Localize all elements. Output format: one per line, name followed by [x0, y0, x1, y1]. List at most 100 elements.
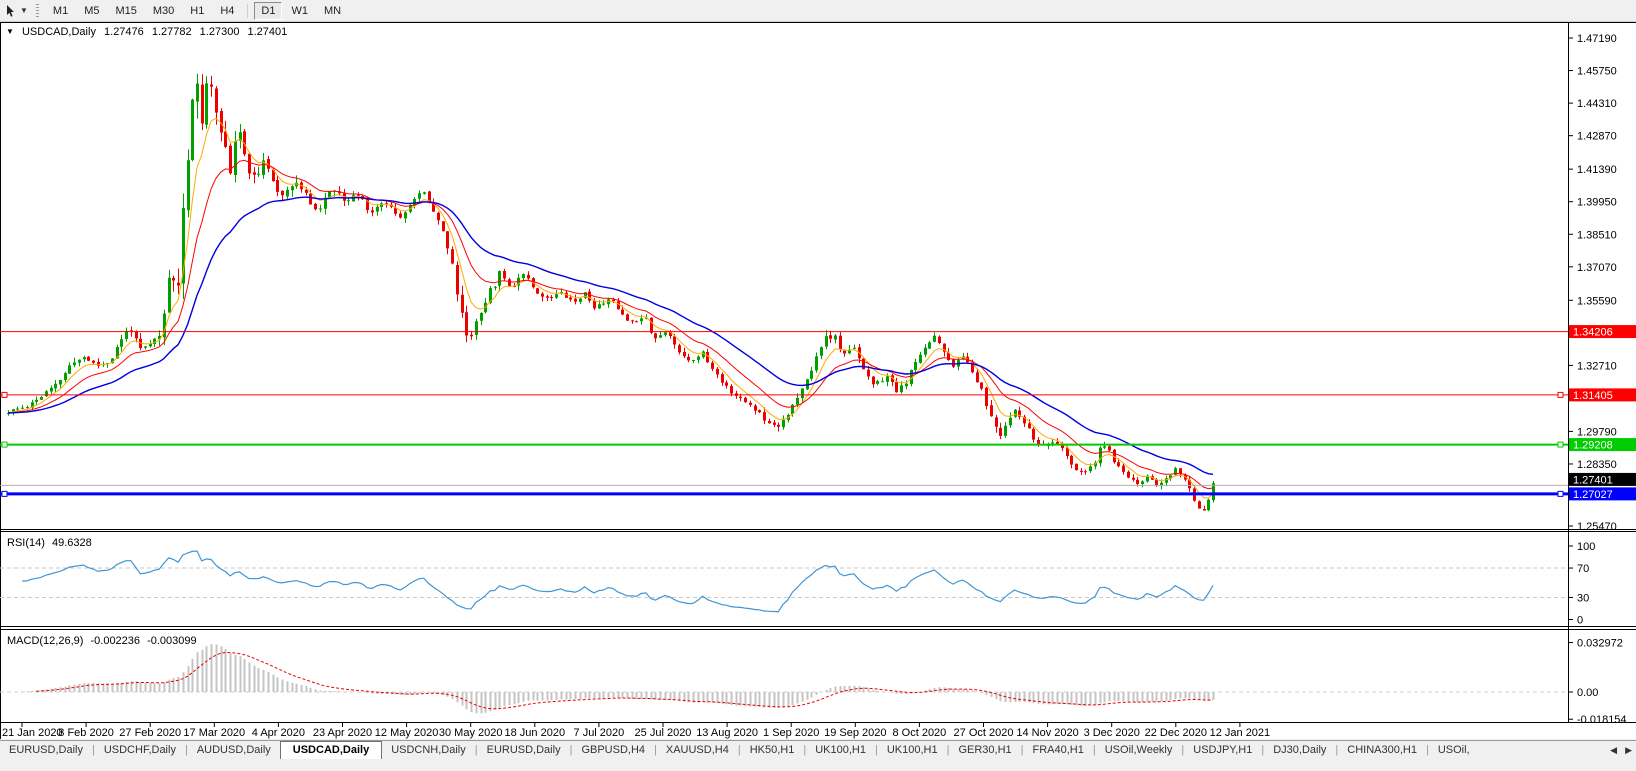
tab-eurusd-daily[interactable]: EURUSD,Daily: [0, 742, 92, 759]
hline-price-label: 1.34206: [1573, 327, 1613, 339]
date-label: 8 Feb 2020: [58, 727, 114, 739]
chart-open: 1.27476: [104, 26, 144, 38]
date-label: 12 Jan 2021: [1210, 727, 1271, 739]
chart-close: 1.27401: [247, 26, 288, 38]
chart-symbol: USDCAD,Daily: [21, 26, 96, 38]
tab-usoil-weekly[interactable]: USOil,Weekly: [1096, 742, 1182, 759]
hline-price-label: 1.31405: [1573, 390, 1613, 402]
price-tick-label: 1.35590: [1577, 295, 1617, 307]
hline-price-label: 1.27027: [1573, 489, 1613, 501]
timeframe-button-m15[interactable]: M15: [108, 2, 143, 20]
chart-title-caret-icon[interactable]: ▼: [6, 27, 14, 36]
rsi-value: 49.6328: [51, 537, 92, 549]
price-tick-label: 1.29790: [1577, 426, 1617, 438]
toolbar-grip: [35, 3, 39, 18]
rsi-tick-label: 70: [1577, 563, 1589, 575]
date-label: 17 Mar 2020: [183, 727, 245, 739]
chevron-down-icon: ▼: [20, 6, 28, 15]
macd-tick-label: 0.00: [1577, 687, 1598, 699]
tab-xauusd-h4[interactable]: XAUUSD,H4: [657, 742, 738, 759]
date-label: 3 Dec 2020: [1084, 727, 1140, 739]
chart-tab-bar: EURUSD,Daily | USDCHF,Daily | AUDUSD,Daily US…: [0, 740, 1636, 771]
date-label: 27 Feb 2020: [119, 727, 181, 739]
timeframe-button-m5[interactable]: M5: [77, 2, 106, 20]
crosshair-cursor-icon: [7, 4, 14, 17]
date-label: 4 Apr 2020: [252, 727, 305, 739]
macd-tick-label: 0.032972: [1577, 638, 1623, 650]
tab-eurusd-daily[interactable]: EURUSD,Daily: [478, 742, 570, 759]
macd-value-main: -0.002236: [90, 635, 141, 647]
tab-usdjpy-h1[interactable]: USDJPY,H1: [1184, 742, 1261, 759]
cursor-tool-button[interactable]: ▼: [4, 4, 28, 18]
price-tick-label: 1.41390: [1577, 164, 1617, 176]
price-tick-label: 1.44310: [1577, 98, 1617, 110]
date-label: 19 Sep 2020: [824, 727, 886, 739]
date-label: 13 Aug 2020: [696, 727, 758, 739]
tab-hk50-h1[interactable]: HK50,H1: [741, 742, 804, 759]
price-tick-label: 1.32710: [1577, 360, 1617, 372]
date-label: 27 Oct 2020: [954, 727, 1014, 739]
timeframe-button-mn[interactable]: MN: [317, 2, 348, 20]
macd-name: MACD(12,26,9): [7, 635, 84, 647]
tab-uk100-h1[interactable]: UK100,H1: [806, 742, 875, 759]
price-tick-label: 1.28350: [1577, 459, 1617, 471]
price-tick-label: 1.47190: [1577, 33, 1617, 45]
macd-label: MACD(12,26,9) -0.002236 -0.003099: [7, 635, 201, 647]
rsi-tick-label: 100: [1577, 541, 1595, 553]
tab-usdcad-daily[interactable]: USDCAD,Daily: [279, 741, 383, 759]
chart-title: ▼ USDCAD,Daily 1.27476 1.27782 1.27300 1…: [6, 26, 292, 38]
chart-low: 1.27300: [199, 26, 240, 38]
bid-price-label: 1.27401: [1573, 474, 1613, 486]
tab-scroll-left-icon[interactable]: ◀: [1610, 744, 1617, 756]
timeframe-button-h1[interactable]: H1: [183, 2, 211, 20]
price-tick-label: 1.37070: [1577, 262, 1617, 274]
price-chart-canvas[interactable]: 1.47190 1.45750 1.44310 1.42870 1.41390 1.399…: [0, 0, 1636, 770]
price-tick-label: 1.42870: [1577, 131, 1617, 143]
date-label: 12 May 2020: [375, 727, 439, 739]
chart-high: 1.27782: [151, 26, 192, 38]
tab-gbpusd-h4[interactable]: GBPUSD,H4: [572, 742, 654, 759]
hline-handle[interactable]: [1557, 441, 1564, 448]
timeframe-button-m30[interactable]: M30: [146, 2, 181, 20]
hline-handle[interactable]: [1, 441, 8, 448]
timeframe-button-d1[interactable]: D1: [254, 1, 283, 20]
timeframe-toolbar: ▼ M1 M5 M15 M30 H1 H4 D1 W1 MN: [0, 0, 1636, 22]
date-label: 14 Nov 2020: [1016, 727, 1078, 739]
hline-handle[interactable]: [1, 490, 8, 497]
chart-background: [0, 22, 1636, 739]
macd-value-signal: -0.003099: [147, 635, 197, 647]
price-tick-label: 1.38510: [1577, 229, 1617, 241]
hline-handle[interactable]: [1, 391, 8, 398]
rsi-name: RSI(14): [7, 537, 45, 549]
hline-price-label: 1.29208: [1573, 440, 1613, 452]
date-label: 18 Jun 2020: [505, 727, 566, 739]
price-tick-label: 1.39950: [1577, 197, 1617, 209]
tab-usdcnh-daily[interactable]: USDCNH,Daily: [382, 742, 475, 759]
date-label: 25 Jul 2020: [635, 727, 692, 739]
macd-tick-label: -0.018154: [1577, 714, 1627, 726]
tab-ger30-h1[interactable]: GER30,H1: [949, 742, 1020, 759]
hline-handle[interactable]: [1557, 490, 1564, 497]
rsi-tick-label: 0: [1577, 615, 1583, 627]
tab-fra40-h1[interactable]: FRA40,H1: [1024, 742, 1093, 759]
date-label: 23 Apr 2020: [313, 727, 372, 739]
timeframe-button-w1[interactable]: W1: [284, 2, 315, 20]
rsi-tick-label: 30: [1577, 592, 1589, 604]
date-label: 22 Dec 2020: [1145, 727, 1207, 739]
timeframe-button-h4[interactable]: H4: [213, 2, 241, 20]
tab-dj30-daily[interactable]: DJ30,Daily: [1264, 742, 1335, 759]
tab-scroll-right-icon[interactable]: ▶: [1625, 744, 1632, 756]
tab-usdchf-daily[interactable]: USDCHF,Daily: [95, 742, 185, 759]
price-tick-label: 1.45750: [1577, 66, 1617, 78]
tab-usoil-[interactable]: USOil,: [1429, 742, 1479, 759]
rsi-label: RSI(14) 49.6328: [7, 537, 96, 549]
tab-china300-h1[interactable]: CHINA300,H1: [1338, 742, 1426, 759]
timeframe-button-m1[interactable]: M1: [46, 2, 75, 20]
date-label: 7 Jul 2020: [574, 727, 625, 739]
tab-audusd-daily[interactable]: AUDUSD,Daily: [188, 742, 280, 759]
tab-uk100-h1[interactable]: UK100,H1: [878, 742, 947, 759]
hline-handle[interactable]: [1557, 391, 1564, 398]
date-label: 21 Jan 2020: [2, 727, 63, 739]
date-label: 8 Oct 2020: [892, 727, 946, 739]
date-label: 1 Sep 2020: [763, 727, 819, 739]
